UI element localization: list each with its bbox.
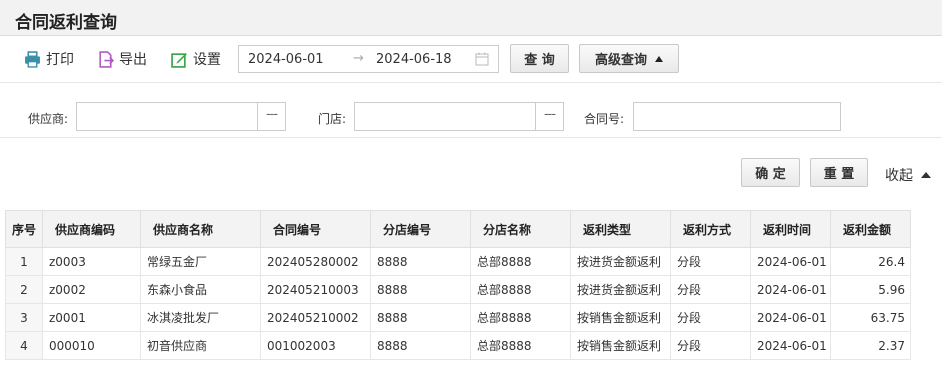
cell-supplier-name: 常绿五金厂 bbox=[140, 247, 261, 276]
col-header-store-no[interactable]: 分店编号 bbox=[370, 210, 471, 248]
table-row[interactable]: 4 000010 初音供应商 001002003 8888 总部8888 按销售… bbox=[5, 331, 911, 360]
table-row[interactable]: 3 z0001 冰淇凌批发厂 202405210002 8888 总部8888 … bbox=[5, 303, 911, 332]
cell-store-name: 总部8888 bbox=[470, 331, 571, 360]
confirm-label: 确 定 bbox=[755, 167, 786, 182]
table-header-row: 序号 供应商编码 供应商名称 合同编号 分店编号 分店名称 返利类型 返利方式 … bbox=[5, 210, 911, 248]
cell-contract-no: 202405210002 bbox=[260, 303, 371, 332]
cell-supplier-code: z0002 bbox=[42, 275, 141, 304]
rebate-table: 序号 供应商编码 供应商名称 合同编号 分店编号 分店名称 返利类型 返利方式 … bbox=[5, 210, 911, 360]
store-field[interactable]: --- bbox=[354, 102, 564, 131]
cell-rebate-amount: 63.75 bbox=[830, 303, 911, 332]
table-row[interactable]: 2 z0002 东森小食品 202405210003 8888 总部8888 按… bbox=[5, 275, 911, 304]
supplier-picker-button[interactable]: --- bbox=[257, 103, 285, 130]
cell-rebate-amount: 2.37 bbox=[830, 331, 911, 360]
cell-store-name: 总部8888 bbox=[470, 275, 571, 304]
cell-store-no: 8888 bbox=[370, 331, 471, 360]
collapse-button[interactable]: 收起 bbox=[885, 165, 931, 185]
export-label: 导出 bbox=[119, 52, 147, 68]
page-title: 合同返利查询 bbox=[15, 13, 117, 33]
cell-supplier-code: z0003 bbox=[42, 247, 141, 276]
cell-rebate-date: 2024-06-01 bbox=[750, 331, 831, 360]
cell-rebate-date: 2024-06-01 bbox=[750, 247, 831, 276]
cell-rebate-amount: 26.4 bbox=[830, 247, 911, 276]
title-bar: 合同返利查询 bbox=[0, 0, 942, 36]
cell-index: 1 bbox=[5, 247, 43, 276]
col-header-rebate-method[interactable]: 返利方式 bbox=[670, 210, 751, 248]
cell-rebate-method: 分段 bbox=[670, 275, 751, 304]
supplier-field[interactable]: --- bbox=[76, 102, 286, 131]
advanced-filter-panel: 供应商: --- 门店: --- 合同号: bbox=[0, 82, 942, 138]
reset-button[interactable]: 重 置 bbox=[810, 158, 868, 187]
caret-up-icon bbox=[655, 55, 663, 62]
store-label: 门店: bbox=[318, 112, 347, 126]
col-header-store-name[interactable]: 分店名称 bbox=[470, 210, 571, 248]
query-label: 查 询 bbox=[524, 53, 555, 68]
export-file-icon bbox=[99, 50, 114, 68]
filter-actions: 确 定 重 置 收起 bbox=[0, 139, 942, 209]
reset-label: 重 置 bbox=[823, 167, 855, 182]
contract-field[interactable] bbox=[633, 102, 841, 131]
cell-contract-no: 202405210003 bbox=[260, 275, 371, 304]
advanced-query-label: 高级查询 bbox=[594, 53, 647, 68]
calendar-icon[interactable] bbox=[475, 52, 489, 66]
col-header-supplier-name[interactable]: 供应商名称 bbox=[140, 210, 261, 248]
cell-supplier-name: 东森小食品 bbox=[140, 275, 261, 304]
col-header-contract-no[interactable]: 合同编号 bbox=[260, 210, 371, 248]
cell-index: 2 bbox=[5, 275, 43, 304]
cell-rebate-date: 2024-06-01 bbox=[750, 303, 831, 332]
cell-supplier-code: z0001 bbox=[42, 303, 141, 332]
store-picker-button[interactable]: --- bbox=[535, 103, 563, 130]
settings-label: 设置 bbox=[193, 52, 221, 68]
date-start[interactable]: 2024-06-01 bbox=[248, 52, 324, 67]
settings-button[interactable]: 设置 bbox=[171, 49, 221, 69]
printer-icon bbox=[25, 50, 40, 68]
print-button[interactable]: 打印 bbox=[24, 49, 74, 69]
cell-rebate-method: 分段 bbox=[670, 247, 751, 276]
cell-rebate-type: 按销售金额返利 bbox=[570, 303, 671, 332]
cell-contract-no: 202405280002 bbox=[260, 247, 371, 276]
cell-rebate-type: 按进货金额返利 bbox=[570, 275, 671, 304]
col-header-rebate-type[interactable]: 返利类型 bbox=[570, 210, 671, 248]
advanced-query-button[interactable]: 高级查询 bbox=[579, 44, 679, 73]
cell-rebate-type: 按进货金额返利 bbox=[570, 247, 671, 276]
contract-label: 合同号: bbox=[584, 112, 625, 126]
cell-contract-no: 001002003 bbox=[260, 331, 371, 360]
cell-rebate-type: 按销售金额返利 bbox=[570, 331, 671, 360]
col-header-rebate-amount[interactable]: 返利金额 bbox=[830, 210, 911, 248]
cell-rebate-method: 分段 bbox=[670, 303, 751, 332]
collapse-label: 收起 bbox=[885, 168, 913, 184]
cell-index: 3 bbox=[5, 303, 43, 332]
cell-rebate-method: 分段 bbox=[670, 331, 751, 360]
confirm-button[interactable]: 确 定 bbox=[741, 158, 800, 187]
cell-rebate-amount: 5.96 bbox=[830, 275, 911, 304]
cell-store-no: 8888 bbox=[370, 275, 471, 304]
query-button[interactable]: 查 询 bbox=[510, 44, 569, 73]
table-row[interactable]: 1 z0003 常绿五金厂 202405280002 8888 总部8888 按… bbox=[5, 247, 911, 276]
cell-store-name: 总部8888 bbox=[470, 303, 571, 332]
cell-store-no: 8888 bbox=[370, 303, 471, 332]
print-label: 打印 bbox=[46, 52, 74, 68]
export-button[interactable]: 导出 bbox=[97, 49, 147, 69]
cell-store-no: 8888 bbox=[370, 247, 471, 276]
cell-supplier-name: 冰淇凌批发厂 bbox=[140, 303, 261, 332]
date-separator: → bbox=[353, 51, 364, 66]
supplier-label: 供应商: bbox=[28, 112, 69, 126]
col-header-supplier-code[interactable]: 供应商编码 bbox=[42, 210, 141, 248]
cell-supplier-code: 000010 bbox=[42, 331, 141, 360]
col-header-index[interactable]: 序号 bbox=[5, 210, 43, 248]
edit-settings-icon bbox=[171, 52, 187, 68]
caret-up-icon bbox=[921, 172, 931, 178]
toolbar: 打印 导出 设置 2024-06-01 → 2024-06-18 查 询 高级查… bbox=[0, 37, 942, 81]
cell-index: 4 bbox=[5, 331, 43, 360]
cell-rebate-date: 2024-06-01 bbox=[750, 275, 831, 304]
cell-store-name: 总部8888 bbox=[470, 247, 571, 276]
cell-supplier-name: 初音供应商 bbox=[140, 331, 261, 360]
date-end[interactable]: 2024-06-18 bbox=[376, 52, 452, 67]
date-range-picker[interactable]: 2024-06-01 → 2024-06-18 bbox=[238, 45, 499, 73]
col-header-rebate-date[interactable]: 返利时间 bbox=[750, 210, 831, 248]
